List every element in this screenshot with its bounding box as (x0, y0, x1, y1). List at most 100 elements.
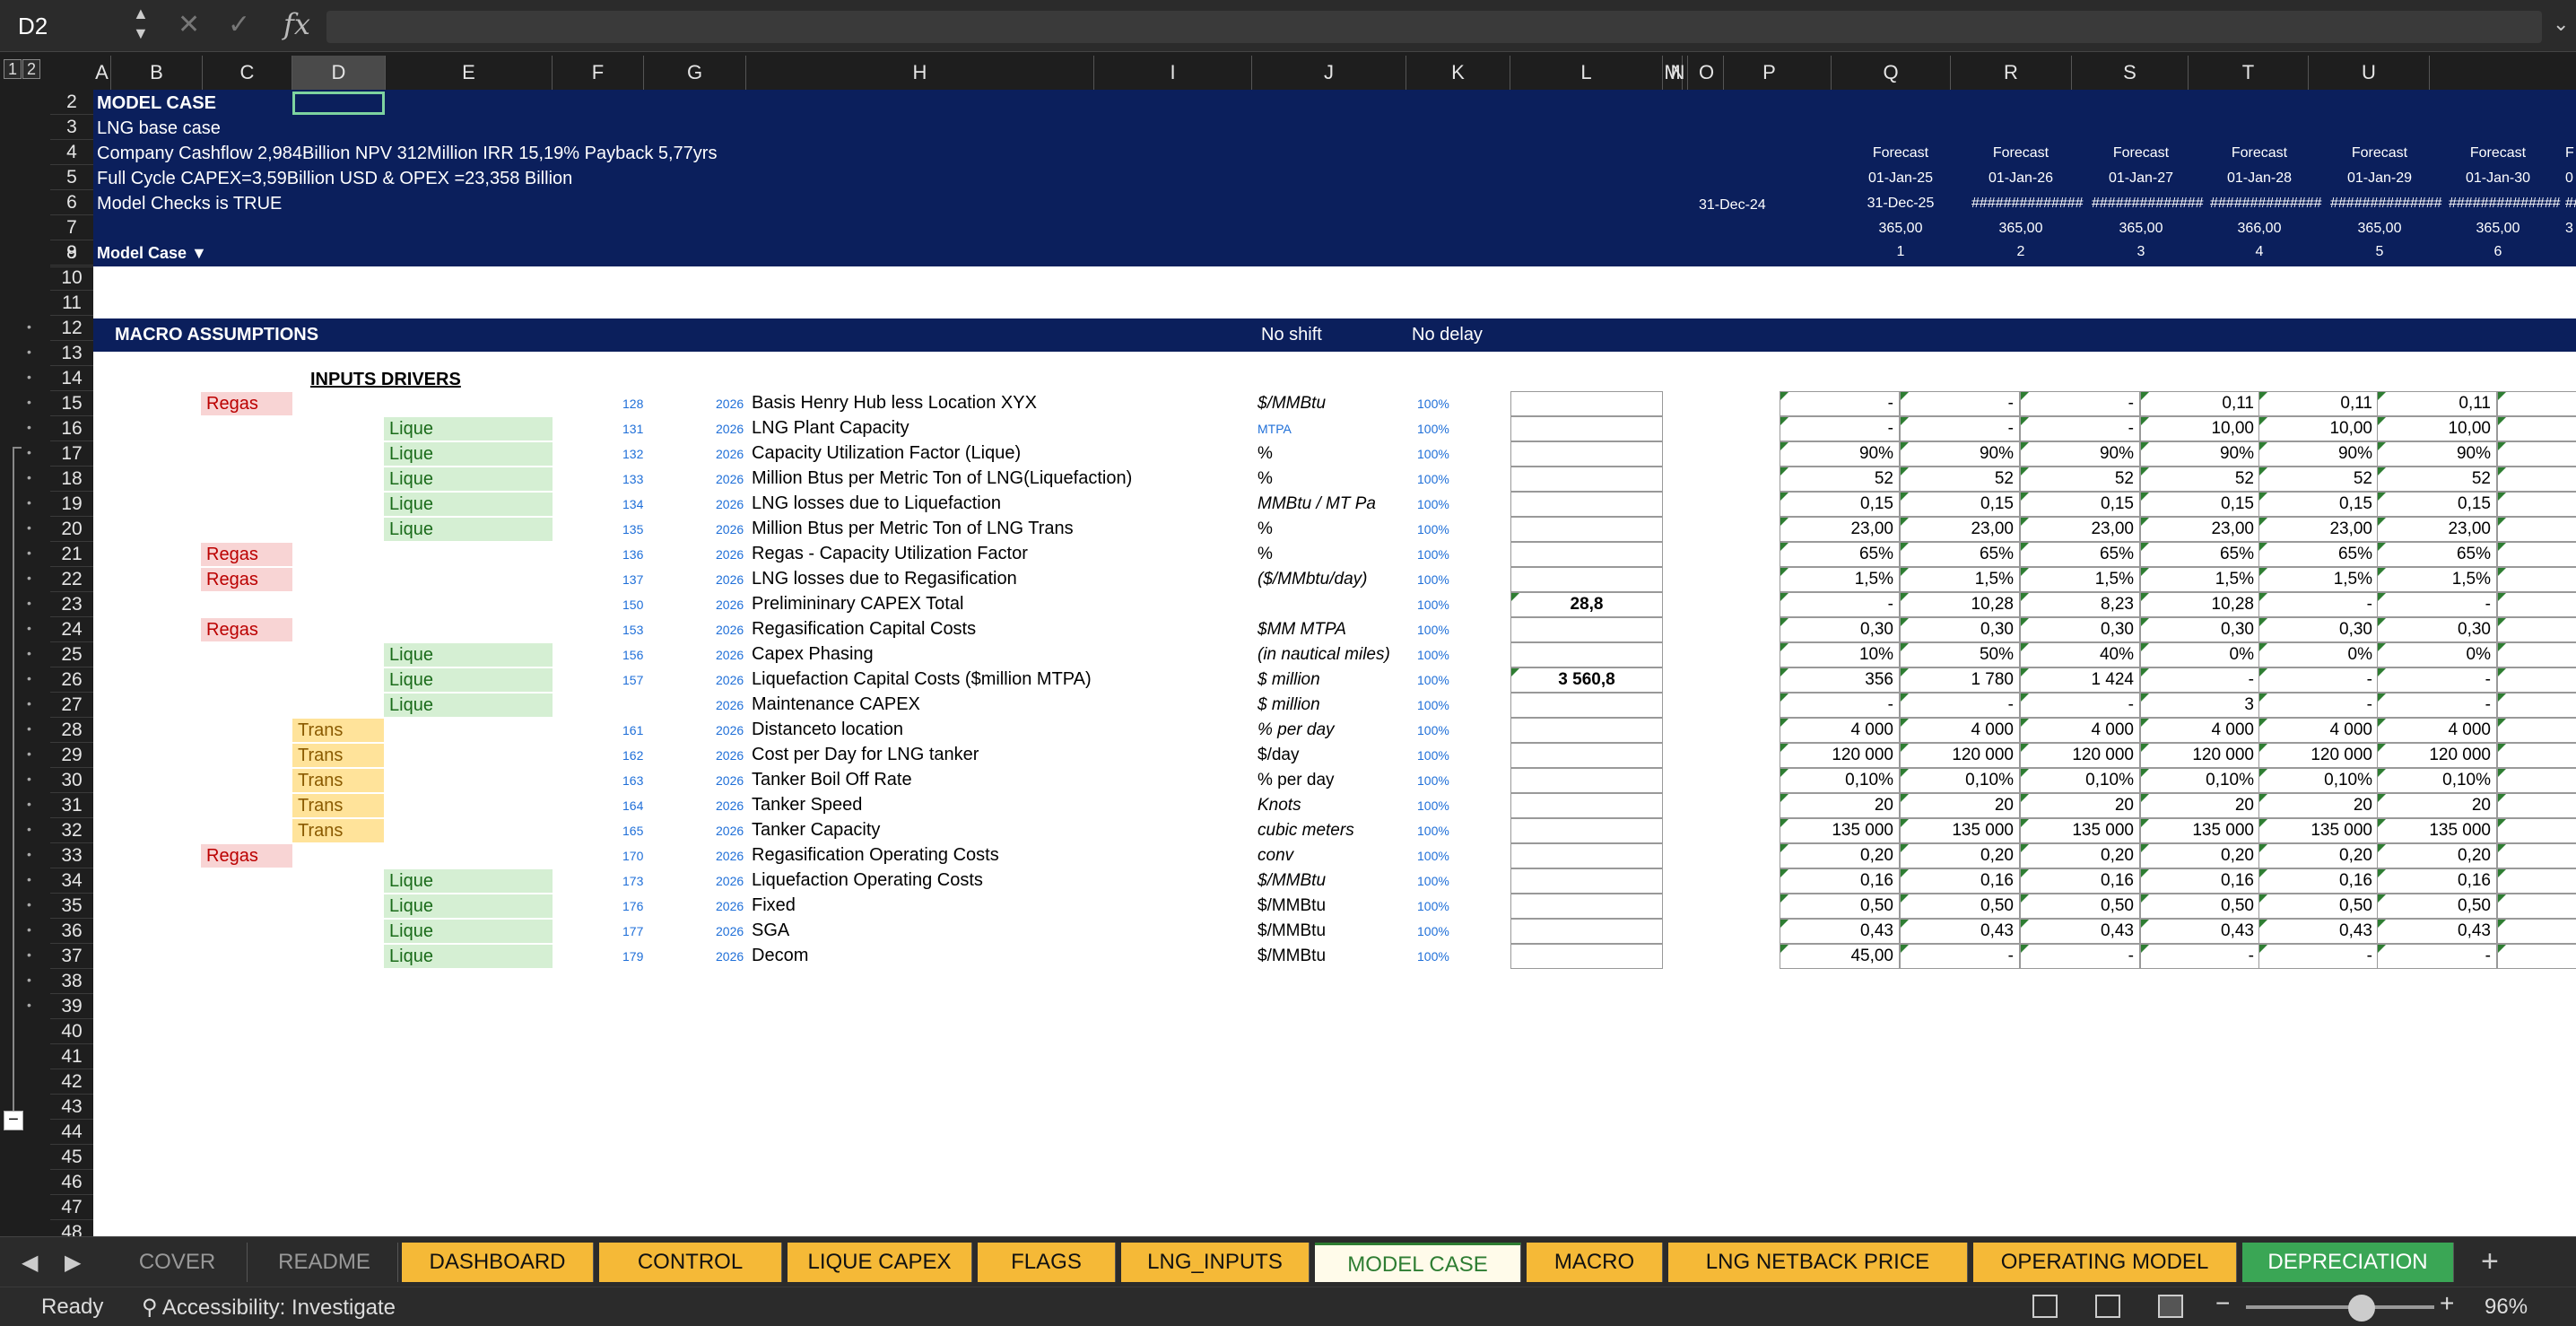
row-header-5[interactable]: 5 (50, 165, 93, 190)
driver-value-cell[interactable]: 0,20 (1780, 843, 1900, 868)
driver-value-cell-partial[interactable] (2497, 492, 2576, 517)
driver-value-cell[interactable]: 52 (2140, 467, 2260, 492)
formula-input[interactable] (326, 11, 2542, 43)
driver-value-cell[interactable]: 0,50 (2258, 894, 2379, 919)
driver-value-cell[interactable]: 23,00 (2020, 517, 2140, 542)
driver-value-cell[interactable]: 0,16 (1780, 868, 1900, 894)
driver-value-cell[interactable]: 23,00 (2140, 517, 2260, 542)
driver-value-cell[interactable]: 90% (2020, 441, 2140, 467)
row-header-32[interactable]: 32 (50, 818, 93, 843)
row-header-10[interactable]: 10 (50, 266, 93, 291)
row-header-27[interactable]: 27 (50, 693, 93, 718)
driver-l-value[interactable] (1510, 617, 1663, 642)
driver-l-value[interactable] (1510, 818, 1663, 843)
driver-value-cell-partial[interactable] (2497, 894, 2576, 919)
driver-value-cell[interactable]: - (2140, 944, 2260, 969)
driver-value-cell[interactable]: 40% (2020, 642, 2140, 667)
column-header-f[interactable]: F (553, 56, 644, 90)
driver-value-cell[interactable]: 20 (1900, 793, 2020, 818)
column-header-s[interactable]: S (2072, 56, 2189, 90)
sheet-tab-model-case[interactable]: MODEL CASE (1315, 1243, 1521, 1282)
driver-value-cell[interactable]: 65% (1900, 542, 2020, 567)
row-header-37[interactable]: 37 (50, 944, 93, 969)
driver-value-cell[interactable]: - (2258, 592, 2379, 617)
driver-l-value[interactable] (1510, 391, 1663, 416)
driver-value-cell[interactable]: 65% (2020, 542, 2140, 567)
row-header-42[interactable]: 42 (50, 1069, 93, 1095)
driver-l-value[interactable] (1510, 768, 1663, 793)
driver-value-cell[interactable]: 135 000 (2258, 818, 2379, 843)
row-header-33[interactable]: 33 (50, 843, 93, 868)
driver-value-cell-partial[interactable] (2497, 718, 2576, 743)
driver-value-cell[interactable]: 0,16 (2020, 868, 2140, 894)
scroll-tabs-right-icon[interactable]: ▶ (65, 1250, 81, 1276)
row-header-28[interactable]: 28 (50, 718, 93, 743)
driver-value-cell[interactable]: 4 000 (2258, 718, 2379, 743)
driver-value-cell[interactable]: 23,00 (1900, 517, 2020, 542)
driver-value-cell[interactable]: 0,50 (2140, 894, 2260, 919)
driver-value-cell-partial[interactable] (2497, 592, 2576, 617)
driver-value-cell-partial[interactable] (2497, 642, 2576, 667)
driver-value-cell[interactable]: - (1780, 693, 1900, 718)
driver-value-cell[interactable]: 0,11 (2258, 391, 2379, 416)
sheet-tab-macro[interactable]: MACRO (1527, 1243, 1663, 1282)
enter-icon[interactable]: ✓ (228, 9, 250, 40)
column-header-d[interactable]: D (292, 56, 386, 90)
row-header-9[interactable]: 9 (50, 240, 93, 266)
driver-value-cell[interactable]: 0,30 (2377, 617, 2497, 642)
driver-value-cell[interactable]: 45,00 (1780, 944, 1900, 969)
sheet-tab-lique-capex[interactable]: LIQUE CAPEX (788, 1243, 972, 1282)
driver-value-cell[interactable]: 90% (2140, 441, 2260, 467)
driver-value-cell[interactable]: 65% (2377, 542, 2497, 567)
driver-l-value[interactable] (1510, 919, 1663, 944)
driver-value-cell[interactable]: 20 (2020, 793, 2140, 818)
driver-value-cell[interactable]: 20 (2377, 793, 2497, 818)
driver-value-cell[interactable]: 0,10% (1900, 768, 2020, 793)
driver-value-cell[interactable]: 0,15 (1900, 492, 2020, 517)
driver-value-cell[interactable]: 52 (1780, 467, 1900, 492)
driver-value-cell-partial[interactable] (2497, 391, 2576, 416)
sheet-tab-flags[interactable]: FLAGS (978, 1243, 1116, 1282)
sheet-tab-readme[interactable]: README (251, 1243, 398, 1282)
driver-value-cell[interactable]: - (2377, 667, 2497, 693)
driver-l-value[interactable] (1510, 492, 1663, 517)
driver-value-cell[interactable]: 0,43 (1900, 919, 2020, 944)
column-header-l[interactable]: L (1510, 56, 1663, 90)
driver-value-cell[interactable]: 20 (2258, 793, 2379, 818)
driver-value-cell[interactable]: 4 000 (2140, 718, 2260, 743)
expand-formula-bar-icon[interactable]: ⌄ (2553, 13, 2569, 36)
driver-value-cell[interactable]: 1,5% (2140, 567, 2260, 592)
outline-level-1-button[interactable]: 1 (4, 59, 22, 79)
row-header-46[interactable]: 46 (50, 1170, 93, 1195)
driver-l-value[interactable] (1510, 517, 1663, 542)
driver-value-cell[interactable]: 1,5% (2258, 567, 2379, 592)
row-header-44[interactable]: 44 (50, 1120, 93, 1145)
driver-value-cell[interactable]: 20 (2140, 793, 2260, 818)
driver-value-cell-partial[interactable] (2497, 567, 2576, 592)
driver-value-cell[interactable]: 20 (1780, 793, 1900, 818)
column-header-a[interactable]: A (93, 56, 111, 90)
row-header-7[interactable]: 7 (50, 215, 93, 240)
driver-value-cell[interactable]: 0,10% (1780, 768, 1900, 793)
driver-value-cell[interactable]: 0% (2377, 642, 2497, 667)
collapse-group-button[interactable]: − (4, 1111, 23, 1130)
driver-l-value[interactable] (1510, 793, 1663, 818)
column-header-k[interactable]: K (1406, 56, 1510, 90)
driver-value-cell[interactable]: 0,30 (1900, 617, 2020, 642)
driver-value-cell[interactable]: 120 000 (2140, 743, 2260, 768)
column-header-h[interactable]: H (746, 56, 1094, 90)
row-header-12[interactable]: 12 (50, 316, 93, 341)
driver-value-cell[interactable]: 0,11 (2140, 391, 2260, 416)
driver-value-cell[interactable]: 0,43 (1780, 919, 1900, 944)
sheet-tab-lng-inputs[interactable]: LNG_INPUTS (1121, 1243, 1310, 1282)
driver-l-value[interactable] (1510, 567, 1663, 592)
page-break-view-icon[interactable] (2158, 1295, 2183, 1318)
driver-l-value[interactable] (1510, 441, 1663, 467)
driver-value-cell[interactable]: 0,16 (2258, 868, 2379, 894)
driver-value-cell[interactable]: - (2258, 693, 2379, 718)
driver-value-cell[interactable]: 23,00 (1780, 517, 1900, 542)
driver-value-cell[interactable]: 0,10% (2020, 768, 2140, 793)
sheet-tab-cover[interactable]: COVER (108, 1243, 248, 1282)
driver-value-cell[interactable]: 50% (1900, 642, 2020, 667)
driver-l-value[interactable] (1510, 843, 1663, 868)
